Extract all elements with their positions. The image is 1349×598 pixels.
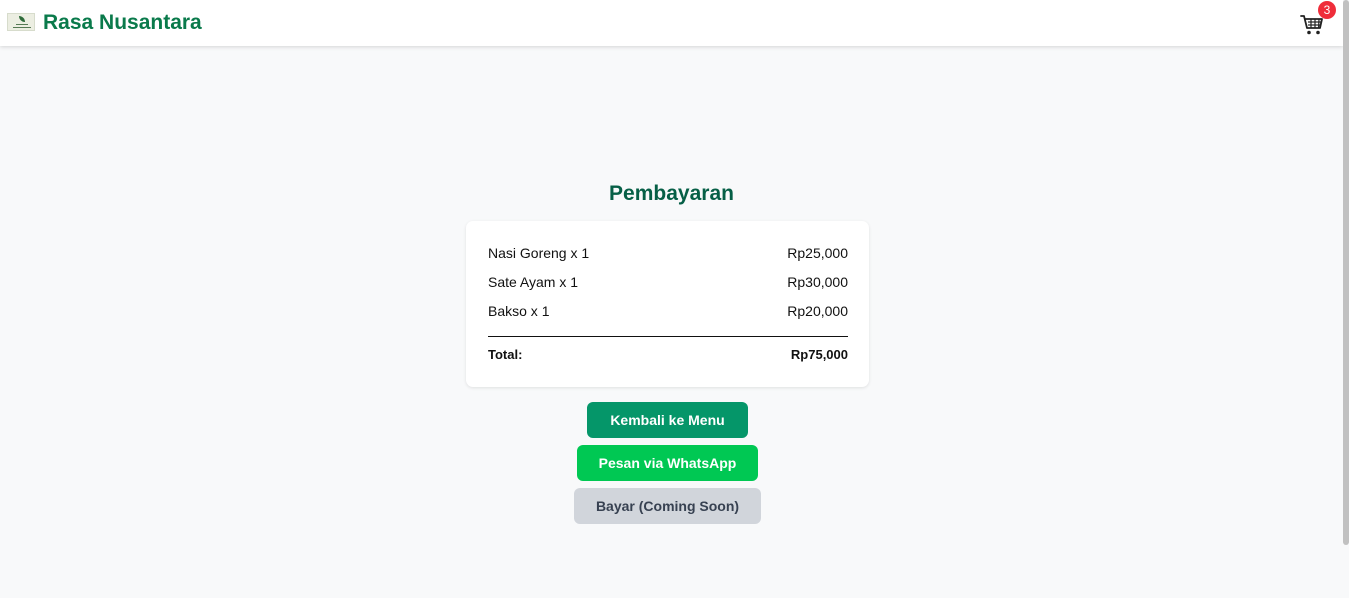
cart-count-badge: 3: [1318, 1, 1336, 19]
logo-text-line: [13, 27, 31, 28]
order-item-row: Sate Ayam x 1 Rp30,000: [488, 272, 848, 292]
order-item-name: Bakso x 1: [488, 303, 550, 319]
back-to-menu-button[interactable]: Kembali ke Menu: [587, 402, 748, 438]
logo-leaf: [19, 16, 25, 22]
order-item-name: Nasi Goreng x 1: [488, 245, 590, 261]
order-item-price: Rp20,000: [787, 303, 848, 319]
brand-logo[interactable]: [7, 13, 35, 31]
vertical-scrollbar[interactable]: [1343, 0, 1349, 545]
order-item-name: Sate Ayam x 1: [488, 274, 579, 290]
total-label: Total:: [488, 347, 523, 362]
brand-name[interactable]: Rasa Nusantara: [43, 10, 202, 36]
order-item-row: Nasi Goreng x 1 Rp25,000: [488, 243, 848, 263]
order-whatsapp-button[interactable]: Pesan via WhatsApp: [577, 445, 758, 481]
order-total-row: Total: Rp75,000: [488, 345, 848, 365]
order-item-price: Rp30,000: [787, 274, 848, 290]
cart-icon[interactable]: [1300, 14, 1324, 36]
page-title: Pembayaran: [609, 182, 734, 205]
total-value: Rp75,000: [790, 347, 848, 362]
order-summary-card: Nasi Goreng x 1 Rp25,000 Sate Ayam x 1 R…: [466, 221, 869, 387]
navbar: Rasa Nusantara: [0, 0, 1343, 46]
order-item-price: Rp25,000: [787, 245, 848, 261]
order-item-row: Bakso x 1 Rp20,000: [488, 301, 848, 321]
logo-text-line: [16, 24, 28, 25]
pay-button[interactable]: Bayar (Coming Soon): [574, 488, 761, 524]
summary-divider: [488, 336, 848, 337]
